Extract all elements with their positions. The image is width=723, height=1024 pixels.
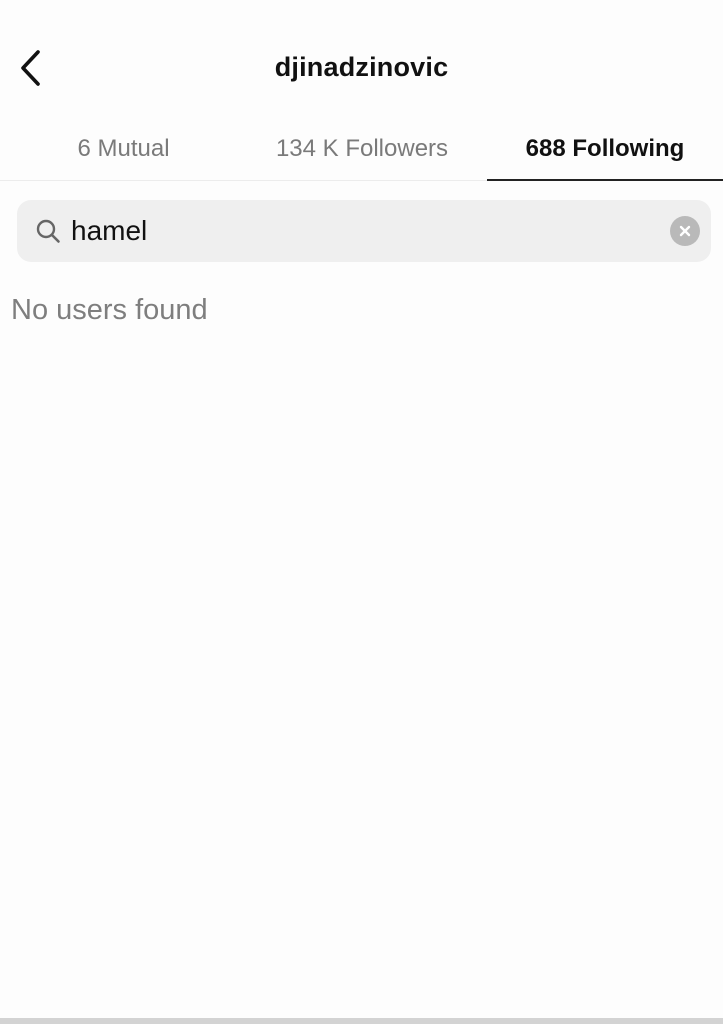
search-bar[interactable] xyxy=(17,200,711,262)
following-screen: djinadzinovic 6 Mutual 134 K Followers 6… xyxy=(0,0,723,1024)
search-input[interactable] xyxy=(71,211,670,251)
tab-bar: 6 Mutual 134 K Followers 688 Following xyxy=(0,118,723,181)
clear-icon xyxy=(679,225,691,237)
tab-mutual[interactable]: 6 Mutual xyxy=(0,118,237,180)
search-icon xyxy=(35,218,61,244)
bottom-divider xyxy=(0,1018,723,1024)
page-title: djinadzinovic xyxy=(274,52,449,82)
tab-following[interactable]: 688 Following xyxy=(487,118,723,181)
clear-search-button[interactable] xyxy=(670,216,700,246)
header: djinadzinovic xyxy=(0,0,723,120)
no-results-message: No users found xyxy=(11,294,208,326)
tab-followers[interactable]: 134 K Followers xyxy=(237,118,487,180)
